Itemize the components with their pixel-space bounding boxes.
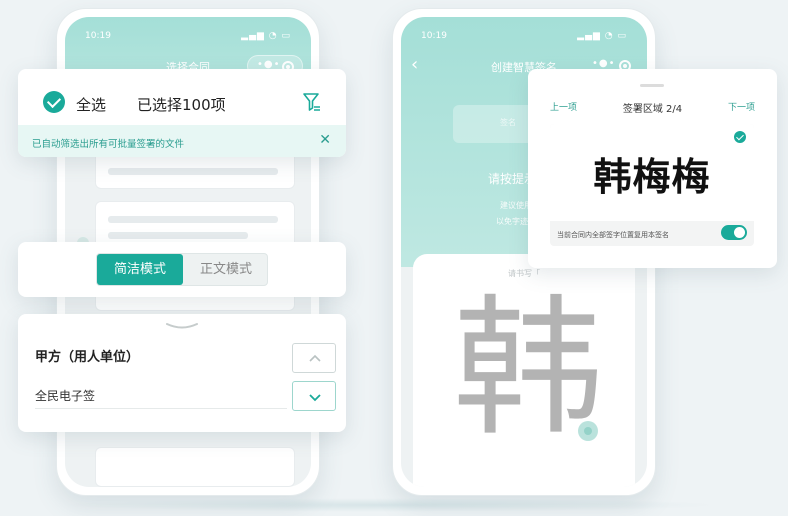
more-icon[interactable]: •●• <box>592 58 616 69</box>
placeholder-line <box>108 232 248 239</box>
chevron-up-icon <box>309 354 321 362</box>
filter-icon[interactable] <box>302 91 322 113</box>
select-all-checkbox-icon[interactable] <box>43 91 65 113</box>
select-row: 全选 已选择100项 <box>18 69 346 125</box>
party-label: 甲方（用人单位） <box>35 350 140 365</box>
next-field-button[interactable] <box>292 381 336 411</box>
signal-battery-icon: ▂▄▆ ◔ ▭ <box>241 31 291 41</box>
selected-count: 已选择100项 <box>137 96 226 114</box>
background-contract-card <box>95 447 295 487</box>
selected-check-icon <box>734 131 746 143</box>
placeholder-line <box>108 216 278 223</box>
notice-text: 已自动筛选出所有可批量签署的文件 <box>32 139 185 150</box>
signature-text: 韩梅梅 <box>593 154 711 199</box>
previous-field-button[interactable] <box>292 343 336 373</box>
status-time: 10:19 <box>85 31 111 41</box>
auto-filter-notice: 已自动筛选出所有可批量签署的文件 ✕ <box>18 125 346 157</box>
mode-segmented-control: 简洁模式 正文模式 <box>96 253 268 286</box>
party-info-card: 甲方（用人单位） 全民电子签 <box>18 314 346 432</box>
status-bar: 10:19 ▂▄▆ ◔ ▭ <box>85 31 291 45</box>
reuse-signature-toggle[interactable] <box>721 225 747 240</box>
writing-pad[interactable]: 请书写「 韩 <box>413 254 635 487</box>
close-icon[interactable]: ✕ <box>319 133 331 147</box>
chevron-down-icon <box>309 394 321 402</box>
drag-handle-icon[interactable] <box>640 84 664 87</box>
select-all-card: 全选 已选择100项 已自动筛选出所有可批量签署的文件 ✕ <box>18 69 346 157</box>
status-time: 10:19 <box>421 31 447 41</box>
pen-cursor-icon[interactable] <box>578 421 598 441</box>
placeholder-line <box>108 168 278 175</box>
mode-tab-fulltext[interactable]: 正文模式 <box>183 254 269 285</box>
next-item-link[interactable]: 下一项 <box>728 100 755 113</box>
signal-battery-icon: ▂▄▆ ◔ ▭ <box>577 31 627 41</box>
select-all-label[interactable]: 全选 <box>76 94 106 115</box>
status-bar: 10:19 ▂▄▆ ◔ ▭ <box>421 31 627 45</box>
guide-character: 韩 <box>453 282 604 456</box>
divider <box>35 408 287 409</box>
mode-switch-card: 简洁模式 正文模式 <box>18 242 346 297</box>
signature-area-card: 上一项 签署区域 2/4 下一项 韩梅梅 当前合同内全部签字位置复用本签名 <box>528 69 777 268</box>
party-value: 全民电子签 <box>35 389 96 403</box>
signature-preview[interactable]: 韩梅梅 当前合同内全部签字位置复用本签名 <box>550 124 754 246</box>
drag-handle-icon[interactable] <box>165 322 199 330</box>
pad-hint: 请书写「 <box>508 269 540 278</box>
mode-tab-simple[interactable]: 简洁模式 <box>97 254 183 285</box>
reuse-signature-label: 当前合同内全部签字位置复用本签名 <box>557 231 669 239</box>
ground-shadow <box>60 498 720 512</box>
